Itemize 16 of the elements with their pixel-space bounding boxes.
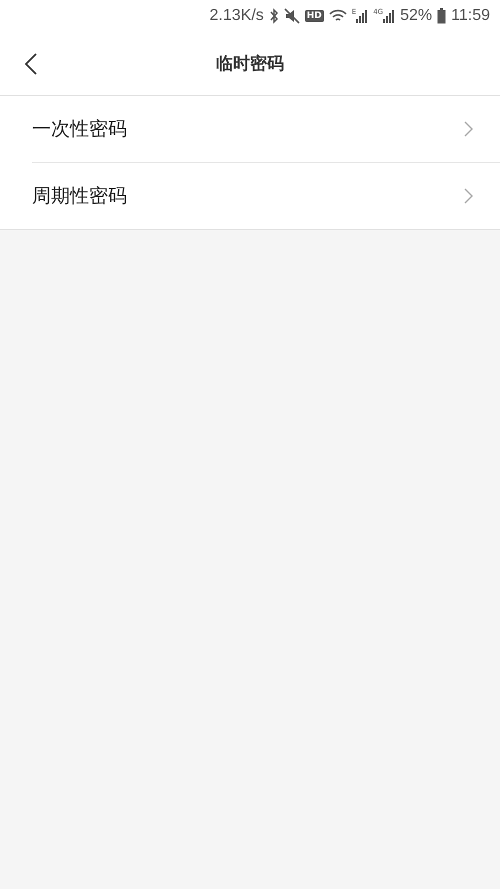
back-icon (24, 52, 38, 74)
signal-icon (356, 9, 368, 23)
hd-badge: HD (304, 10, 324, 22)
clock-time: 11:59 (451, 7, 490, 25)
signal-icon (383, 9, 396, 23)
battery-icon (437, 8, 446, 24)
network-speed: 2.13K/s (210, 7, 264, 25)
chevron-right-icon (464, 121, 474, 137)
page-title: 临时密码 (216, 53, 284, 75)
mute-icon (284, 8, 300, 24)
back-button[interactable] (24, 52, 38, 74)
chevron-right-icon (464, 188, 474, 204)
bluetooth-icon (268, 8, 279, 24)
menu-item[interactable]: 周期性密码 (32, 163, 500, 229)
battery-percentage: 52% (400, 7, 432, 25)
menu-item[interactable]: 一次性密码 (32, 96, 500, 163)
